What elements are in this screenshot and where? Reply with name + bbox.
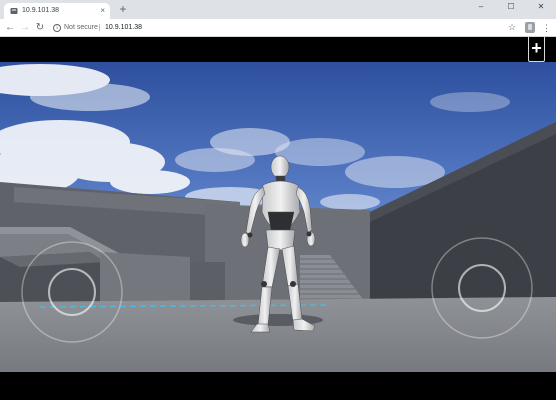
url-text[interactable]: 10.9.101.38 — [105, 21, 142, 34]
tab-strip: 10.9.101.38 × + – ☐ ✕ — [0, 0, 556, 19]
game-viewport[interactable]: + — [0, 37, 556, 400]
add-button[interactable]: + — [528, 37, 545, 62]
browser-toolbar: ← → ↻ i Not secure 10.9.101.38 ☆ ⋮ — [0, 19, 556, 37]
browser-window: 10.9.101.38 × + – ☐ ✕ ← → ↻ i Not secure… — [0, 0, 556, 400]
back-button[interactable]: ← — [3, 21, 17, 35]
security-label: Not secure — [64, 24, 98, 31]
front-block — [100, 252, 190, 307]
address-divider — [99, 24, 100, 31]
close-window-button[interactable]: ✕ — [526, 0, 556, 14]
tab-title: 10.9.101.38 — [22, 7, 59, 14]
minimize-button[interactable]: – — [466, 0, 496, 14]
game-scene — [0, 62, 556, 372]
tab-close-icon[interactable]: × — [100, 3, 105, 19]
maximize-button[interactable]: ☐ — [496, 0, 526, 14]
forward-button[interactable]: → — [18, 21, 32, 35]
browser-tab[interactable]: 10.9.101.38 × — [4, 3, 110, 19]
menu-icon[interactable]: ⋮ — [542, 21, 551, 35]
extension-icon[interactable] — [525, 22, 535, 33]
bookmark-star-icon[interactable]: ☆ — [508, 20, 516, 34]
page-icon — [10, 8, 18, 14]
reload-button[interactable]: ↻ — [33, 21, 47, 35]
info-icon[interactable]: i — [53, 24, 61, 32]
address-bar[interactable]: i Not secure 10.9.101.38 — [50, 21, 524, 34]
new-tab-button[interactable]: + — [117, 2, 129, 16]
